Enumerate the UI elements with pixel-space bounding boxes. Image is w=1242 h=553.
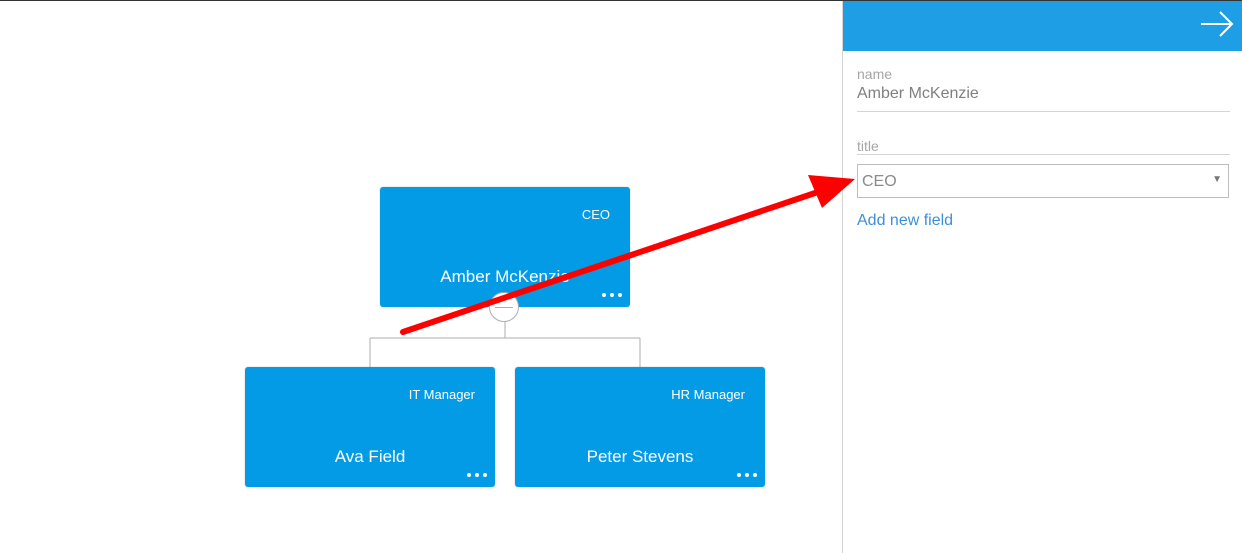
sidebar-header	[843, 1, 1242, 51]
name-input[interactable]	[857, 85, 1230, 103]
name-field[interactable]: name	[857, 51, 1230, 112]
title-select-value: CEO	[862, 173, 897, 190]
arrow-right-icon[interactable]	[1200, 9, 1234, 39]
minus-icon	[495, 307, 513, 308]
more-dots-icon[interactable]	[467, 471, 487, 479]
caret-down-icon: ▼	[1212, 174, 1222, 185]
edit-sidebar: name title CEO ▼ Add new field	[842, 1, 1242, 553]
org-chart-canvas[interactable]: CEO Amber McKenzie IT Manager Ava Field …	[0, 1, 842, 553]
org-node-hr-manager[interactable]: HR Manager Peter Stevens	[515, 367, 765, 487]
name-label: name	[857, 66, 893, 82]
node-name: Peter Stevens	[586, 447, 694, 466]
org-node-ceo[interactable]: CEO Amber McKenzie	[380, 187, 630, 307]
node-name: Amber McKenzie	[440, 267, 570, 286]
node-title: IT Manager	[408, 387, 475, 402]
org-node-it-manager[interactable]: IT Manager Ava Field	[245, 367, 495, 487]
collapse-toggle-button[interactable]	[489, 292, 519, 322]
node-title: CEO	[581, 207, 610, 222]
title-label: title	[857, 138, 879, 154]
more-dots-icon[interactable]	[602, 291, 622, 299]
more-dots-icon[interactable]	[737, 471, 757, 479]
app-window: CEO Amber McKenzie IT Manager Ava Field …	[0, 0, 1242, 553]
add-new-field-link[interactable]: Add new field	[857, 212, 953, 230]
node-title: HR Manager	[671, 387, 745, 402]
node-name: Ava Field	[334, 447, 406, 466]
title-select[interactable]: CEO ▼	[857, 164, 1229, 198]
title-field[interactable]: title	[857, 112, 1230, 155]
